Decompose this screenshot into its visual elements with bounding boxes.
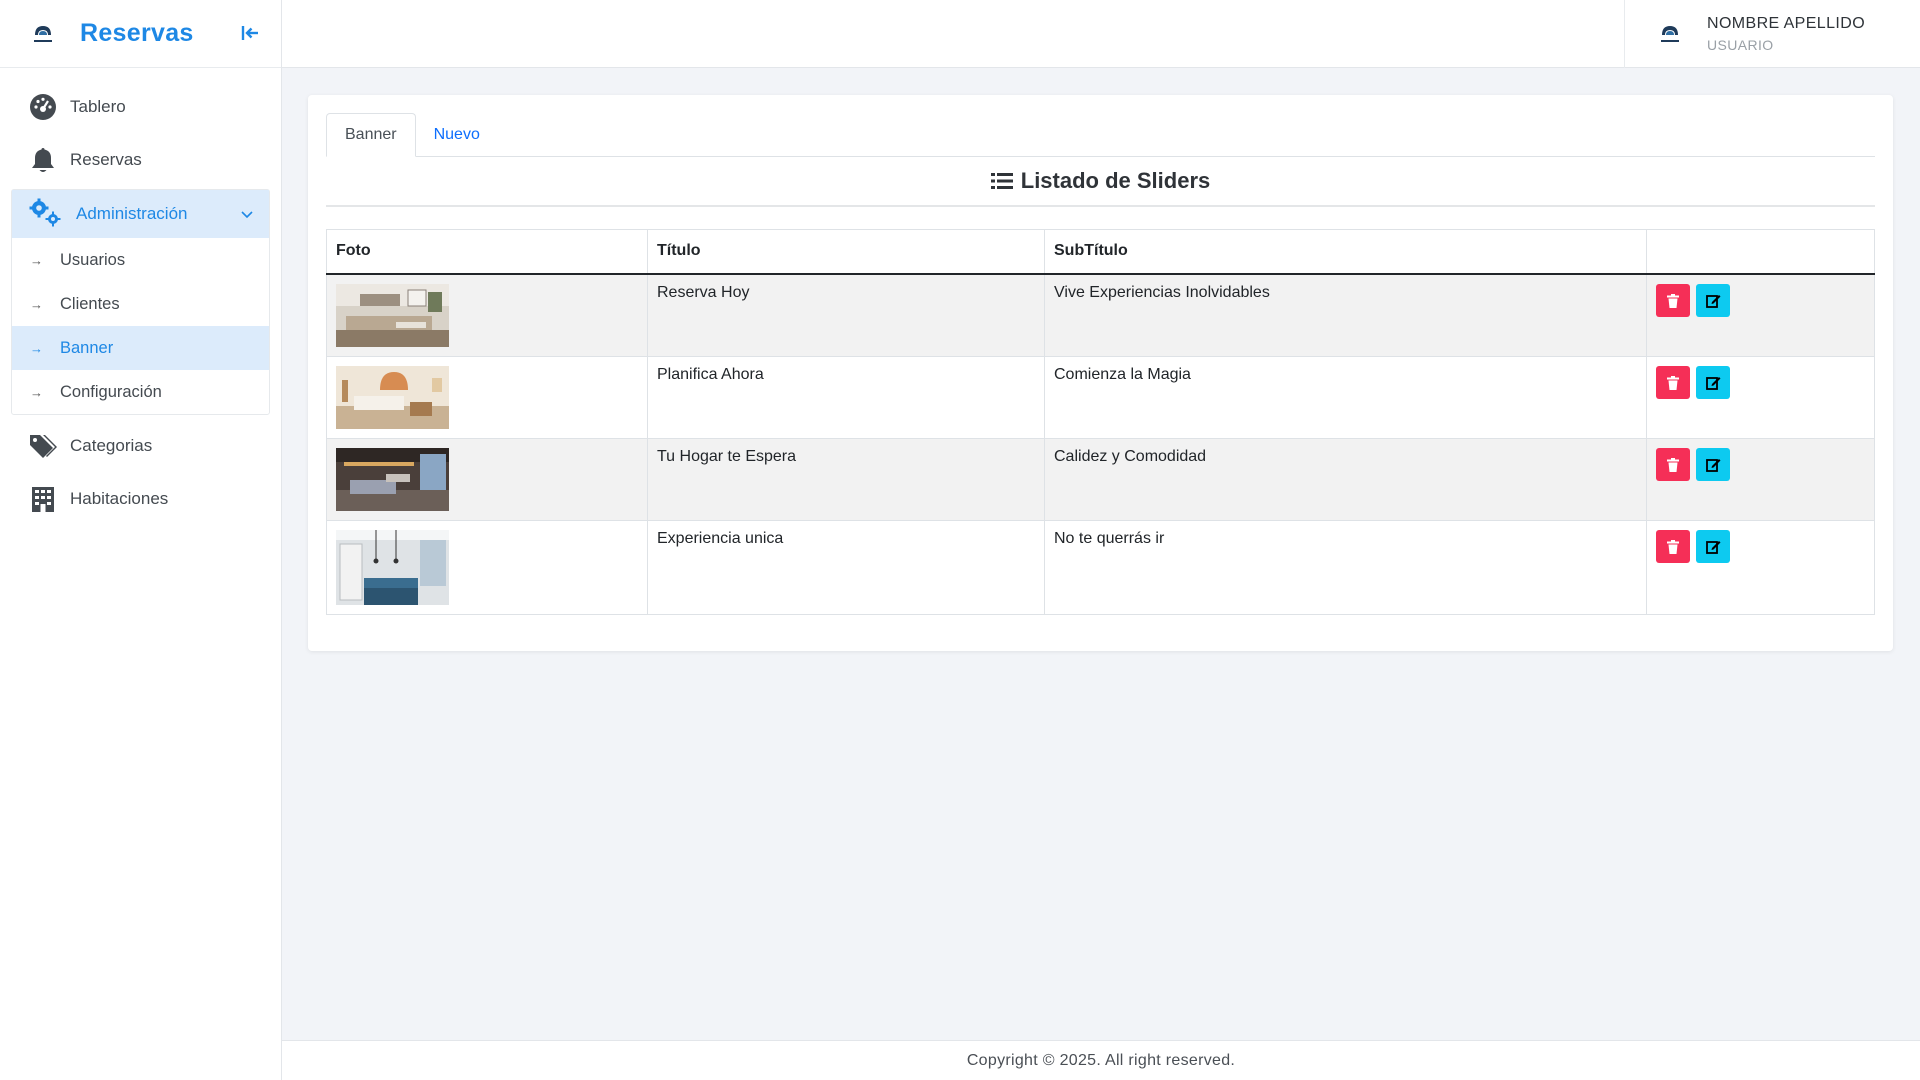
brand: Reservas — [0, 0, 281, 68]
tabs: Banner Nuevo — [326, 113, 1875, 157]
column-header-subtitulo: SubTítulo — [1044, 229, 1647, 275]
sidebar-group-administracion: Administración → Usuarios → Clientes → B… — [11, 189, 270, 415]
table-row: Tu Hogar te Espera Calidez y Comodidad — [326, 437, 1875, 521]
edit-icon — [1706, 294, 1721, 308]
brand-title[interactable]: Reservas — [80, 19, 194, 48]
tags-icon — [28, 431, 58, 461]
slider-thumbnail[interactable] — [336, 365, 449, 429]
user-name: NOMBRE APELLIDO — [1707, 15, 1866, 32]
edit-icon — [1706, 540, 1721, 554]
cell-subtitulo: No te querrás ir — [1044, 519, 1647, 615]
top-header: NOMBRE APELLIDO USUARIO — [282, 0, 1920, 68]
cell-titulo: Planifica Ahora — [647, 355, 1045, 439]
cell-subtitulo: Vive Experiencias Inolvidables — [1044, 273, 1647, 357]
cell-subtitulo: Comienza la Magia — [1044, 355, 1647, 439]
trash-icon — [1667, 375, 1679, 390]
sidebar-subitem-label: Usuarios — [60, 250, 126, 269]
copyright-text: Copyright © 2025. All right reserved. — [966, 1051, 1236, 1069]
trash-icon — [1667, 293, 1679, 308]
sidebar-subitem-usuarios[interactable]: → Usuarios — [12, 238, 269, 282]
sidebar: Reservas Tablero Reservas Administración… — [0, 0, 282, 1080]
slider-thumbnail[interactable] — [336, 283, 449, 347]
arrow-right-icon: → — [30, 384, 43, 400]
delete-button[interactable] — [1656, 366, 1690, 399]
sidebar-item-label: Reservas — [70, 149, 142, 169]
list-title: Listado de Sliders — [326, 157, 1875, 207]
sidebar-item-label: Categorias — [70, 435, 153, 455]
main-card: Banner Nuevo Listado de Sliders Foto Tít… — [308, 95, 1893, 651]
cell-titulo: Tu Hogar te Espera — [647, 437, 1045, 521]
table-row: Experiencia unica No te querrás ir — [326, 519, 1875, 615]
sidebar-item-label: Tablero — [70, 96, 126, 116]
arrow-right-icon: → — [30, 340, 43, 356]
sidebar-subitem-label: Clientes — [60, 294, 120, 313]
column-header-foto: Foto — [326, 229, 648, 275]
table-row: Planifica Ahora Comienza la Magia — [326, 355, 1875, 439]
sidebar-item-label: Administración — [76, 204, 188, 223]
avatar — [1661, 26, 1679, 42]
sidebar-item-categorias[interactable]: Categorias — [0, 419, 281, 472]
building-icon — [28, 484, 58, 514]
user-info: NOMBRE APELLIDO USUARIO — [1707, 15, 1865, 53]
cell-foto — [326, 273, 648, 357]
cell-actions — [1646, 437, 1875, 521]
arrow-right-icon: → — [30, 252, 43, 268]
delete-button[interactable] — [1656, 448, 1690, 481]
column-header-actions — [1646, 229, 1875, 275]
table-row: Reserva Hoy Vive Experiencias Inolvidabl… — [326, 273, 1875, 357]
edit-button[interactable] — [1696, 447, 1731, 481]
sidebar-subitem-label: Banner — [60, 338, 114, 357]
arrow-right-icon: → — [30, 296, 43, 312]
chevron-down-icon — [241, 211, 253, 219]
gears-icon — [28, 197, 62, 232]
user-menu[interactable]: NOMBRE APELLIDO USUARIO — [1624, 0, 1920, 68]
edit-button[interactable] — [1696, 365, 1731, 399]
cell-subtitulo: Calidez y Comodidad — [1044, 437, 1647, 521]
edit-button[interactable] — [1696, 529, 1731, 563]
edit-icon — [1706, 458, 1721, 472]
cell-titulo: Reserva Hoy — [647, 273, 1045, 357]
sidebar-subitem-clientes[interactable]: → Clientes — [12, 282, 269, 326]
sliders-table: Foto Título SubTítulo Reserva Hoy Vive E… — [326, 229, 1875, 615]
slider-thumbnail[interactable] — [336, 447, 449, 511]
trash-icon — [1667, 539, 1679, 554]
trash-icon — [1667, 457, 1679, 472]
sidebar-item-administracion[interactable]: Administración — [12, 190, 269, 238]
hotel-logo-icon — [34, 25, 52, 42]
sidebar-item-reservas[interactable]: Reservas — [0, 133, 281, 186]
tab-banner[interactable]: Banner — [326, 113, 416, 157]
bell-icon — [28, 145, 58, 175]
column-header-titulo: Título — [647, 229, 1045, 275]
cell-foto — [326, 519, 648, 615]
sidebar-item-habitaciones[interactable]: Habitaciones — [0, 472, 281, 525]
collapse-sidebar-icon[interactable] — [237, 20, 263, 46]
sidebar-subitem-label: Configuración — [60, 382, 162, 401]
user-role: USUARIO — [1707, 37, 1774, 53]
cell-foto — [326, 355, 648, 439]
tab-nuevo[interactable]: Nuevo — [416, 113, 498, 157]
sidebar-subitem-banner[interactable]: → Banner — [12, 326, 269, 370]
footer: Copyright © 2025. All right reserved. — [282, 1040, 1920, 1080]
cell-actions — [1646, 273, 1875, 357]
delete-button[interactable] — [1656, 284, 1690, 317]
list-title-text: Listado de Sliders — [1020, 168, 1211, 193]
sidebar-item-tablero[interactable]: Tablero — [0, 80, 281, 133]
sidebar-item-label: Habitaciones — [70, 488, 169, 508]
dashboard-icon — [28, 92, 58, 122]
cell-actions — [1646, 519, 1875, 615]
edit-icon — [1706, 376, 1721, 390]
cell-foto — [326, 437, 648, 521]
sidebar-subitem-configuracion[interactable]: → Configuración — [12, 370, 269, 414]
edit-button[interactable] — [1696, 283, 1731, 317]
cell-actions — [1646, 355, 1875, 439]
delete-button[interactable] — [1656, 530, 1690, 563]
slider-thumbnail[interactable] — [336, 529, 449, 605]
cell-titulo: Experiencia unica — [647, 519, 1045, 615]
sidebar-menu: Tablero Reservas Administración → Usuari… — [0, 68, 281, 525]
list-icon — [990, 173, 1013, 189]
